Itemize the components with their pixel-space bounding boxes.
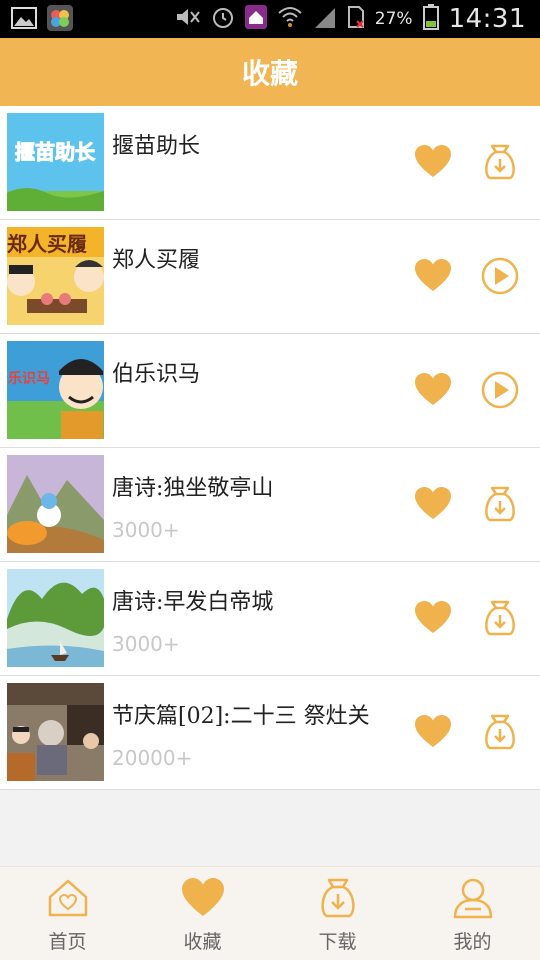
- play-icon[interactable]: [480, 256, 520, 296]
- header-bar: 收藏: [0, 38, 540, 106]
- thumbnail[interactable]: 乐识马: [7, 341, 104, 439]
- nav-profile[interactable]: 我的: [405, 867, 540, 960]
- page-title: 收藏: [241, 57, 298, 90]
- gallery-icon: [10, 5, 38, 31]
- battery-percent: 27%: [374, 9, 413, 29]
- thumbnail[interactable]: 揠苗助长: [7, 113, 104, 211]
- signal-icon: [313, 6, 337, 32]
- system-icons: 27% 14:31: [175, 0, 526, 38]
- favorite-heart-icon[interactable]: [414, 714, 452, 750]
- thumbnail-text: 揠苗助长: [15, 140, 96, 164]
- play-count: 3000+: [112, 632, 180, 656]
- nav-label: 首页: [48, 931, 87, 953]
- play-count: 20000+: [112, 746, 193, 770]
- bottom-navigation: 首页 收藏 下载 我的: [0, 866, 540, 960]
- favorite-heart-icon[interactable]: [414, 144, 452, 180]
- thumbnail[interactable]: [7, 683, 104, 781]
- alarm-icon: [211, 5, 235, 33]
- list-item[interactable]: 节庆篇[02]:二十三 祭灶关 20000+: [0, 676, 540, 790]
- download-icon[interactable]: [480, 712, 520, 752]
- battery-icon: [422, 4, 439, 34]
- item-title: 唐诗:早发白帝城: [112, 590, 274, 615]
- wifi-icon: [277, 5, 303, 33]
- item-title: 郑人买履: [112, 248, 201, 273]
- nav-download[interactable]: 下载: [270, 867, 405, 960]
- thumbnail-text: 乐识马: [8, 370, 50, 387]
- nav-label: 我的: [453, 931, 492, 953]
- download-icon[interactable]: [480, 142, 520, 182]
- photo-app-icon: [46, 5, 74, 31]
- favorite-heart-icon[interactable]: [414, 258, 452, 294]
- status-bar: 27% 14:31: [0, 0, 540, 38]
- thumbnail[interactable]: [7, 455, 104, 553]
- favorite-heart-icon[interactable]: [414, 600, 452, 636]
- play-count: 3000+: [112, 518, 180, 542]
- list-item[interactable]: 揠苗助长 揠苗助长: [0, 106, 540, 220]
- item-title: 唐诗:独坐敬亭山: [112, 476, 274, 501]
- nav-label: 收藏: [183, 931, 222, 953]
- clock: 14:31: [448, 4, 526, 34]
- download-icon[interactable]: [480, 484, 520, 524]
- item-title: 节庆篇[02]:二十三 祭灶关: [112, 704, 370, 729]
- download-icon: [316, 877, 360, 919]
- play-icon[interactable]: [480, 370, 520, 410]
- nav-favorites[interactable]: 收藏: [135, 867, 270, 960]
- list-item[interactable]: 乐识马 伯乐识马: [0, 334, 540, 448]
- item-title: 伯乐识马: [112, 362, 201, 387]
- list-item[interactable]: 唐诗:独坐敬亭山 3000+: [0, 448, 540, 562]
- mute-icon: [175, 6, 201, 32]
- thumbnail[interactable]: 郑人买履: [7, 227, 104, 325]
- home-icon: [46, 877, 90, 919]
- favorite-heart-icon[interactable]: [414, 486, 452, 522]
- notification-icons: [10, 5, 74, 31]
- heart-icon: [181, 877, 225, 919]
- list-item[interactable]: 唐诗:早发白帝城 3000+: [0, 562, 540, 676]
- download-icon[interactable]: [480, 598, 520, 638]
- home-app-icon: [244, 5, 267, 33]
- sim-icon: [347, 5, 365, 33]
- list-item[interactable]: 郑人买履 郑人买履: [0, 220, 540, 334]
- thumbnail-text: 郑人买履: [7, 232, 87, 256]
- nav-home[interactable]: 首页: [0, 867, 135, 960]
- favorite-heart-icon[interactable]: [414, 372, 452, 408]
- favorites-list: 揠苗助长 揠苗助长 郑人买履 郑人买履 乐识马 伯乐识马 唐诗:独坐敬亭山 30…: [0, 106, 540, 790]
- thumbnail[interactable]: [7, 569, 104, 667]
- item-title: 揠苗助长: [112, 134, 201, 159]
- nav-label: 下载: [318, 931, 357, 953]
- user-icon: [451, 877, 495, 919]
